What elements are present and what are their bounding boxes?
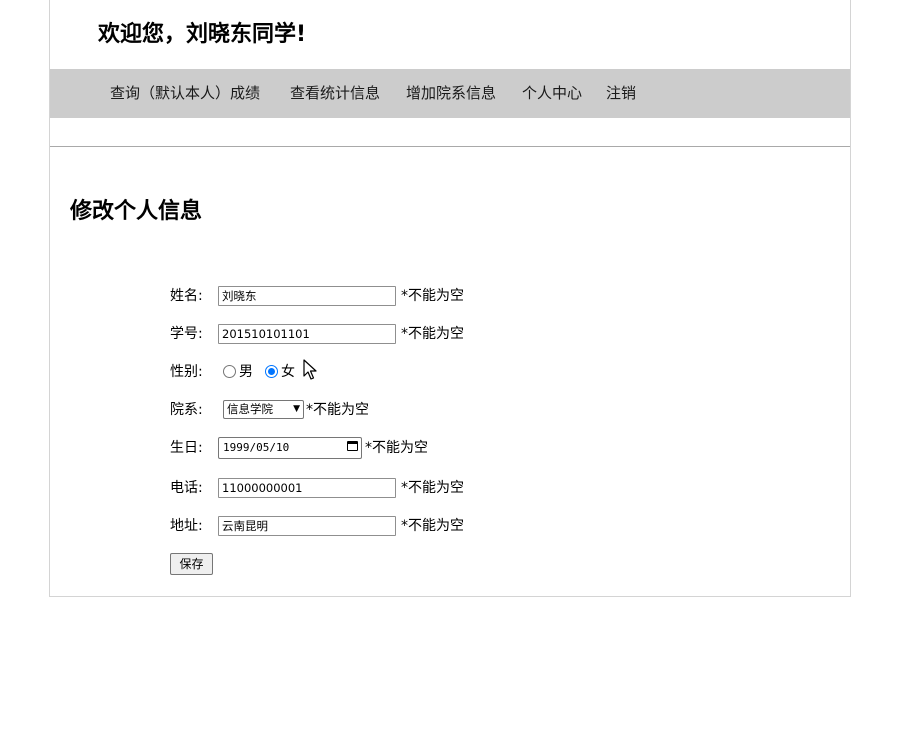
- gender-male-label: 男: [239, 364, 253, 380]
- page-container: 欢迎您，刘晓东同学! 查询（默认本人）成绩 查看统计信息 增加院系信息 个人中心…: [49, 0, 851, 597]
- department-selected-value: 信息学院: [227, 402, 273, 416]
- chevron-down-icon: ▼: [293, 404, 300, 414]
- department-label: 院系:: [170, 402, 203, 418]
- name-required-hint: *不能为空: [401, 288, 464, 304]
- calendar-icon[interactable]: [347, 441, 358, 451]
- birthday-label: 生日:: [170, 440, 203, 456]
- save-button[interactable]: 保存: [170, 553, 213, 575]
- phone-input[interactable]: 11000000001: [218, 478, 396, 498]
- name-label: 姓名:: [170, 288, 203, 304]
- mouse-cursor-icon: [303, 359, 317, 380]
- student-id-label: 学号:: [170, 326, 203, 342]
- name-input[interactable]: 刘晓东: [218, 286, 396, 306]
- welcome-heading: 欢迎您，刘晓东同学!: [98, 22, 307, 47]
- phone-label: 电话:: [170, 480, 203, 496]
- divider: [50, 146, 850, 147]
- nav-item-add-department[interactable]: 增加院系信息: [406, 69, 496, 118]
- birthday-date-input[interactable]: 1999/05/10: [218, 437, 362, 459]
- birthday-required-hint: *不能为空: [365, 440, 428, 456]
- gender-label: 性别:: [170, 364, 203, 380]
- nav-item-logout[interactable]: 注销: [606, 69, 636, 118]
- birthday-value: 1999/05/10: [223, 441, 290, 454]
- nav-bar: 查询（默认本人）成绩 查看统计信息 增加院系信息 个人中心 注销: [50, 69, 850, 118]
- gender-female-radio[interactable]: [265, 365, 278, 378]
- student-id-required-hint: *不能为空: [401, 326, 464, 342]
- gender-female-label: 女: [281, 364, 295, 380]
- address-input[interactable]: 云南昆明: [218, 516, 396, 536]
- gender-male-radio[interactable]: [223, 365, 236, 378]
- nav-item-query-scores[interactable]: 查询（默认本人）成绩: [110, 69, 260, 118]
- student-id-input[interactable]: 201510101101: [218, 324, 396, 344]
- nav-item-statistics[interactable]: 查看统计信息: [290, 69, 380, 118]
- phone-required-hint: *不能为空: [401, 480, 464, 496]
- address-required-hint: *不能为空: [401, 518, 464, 534]
- address-label: 地址:: [170, 518, 203, 534]
- department-required-hint: *不能为空: [306, 402, 369, 418]
- nav-item-personal-center[interactable]: 个人中心: [522, 69, 582, 118]
- department-select[interactable]: 信息学院 ▼: [223, 400, 304, 419]
- page-title: 修改个人信息: [70, 199, 203, 224]
